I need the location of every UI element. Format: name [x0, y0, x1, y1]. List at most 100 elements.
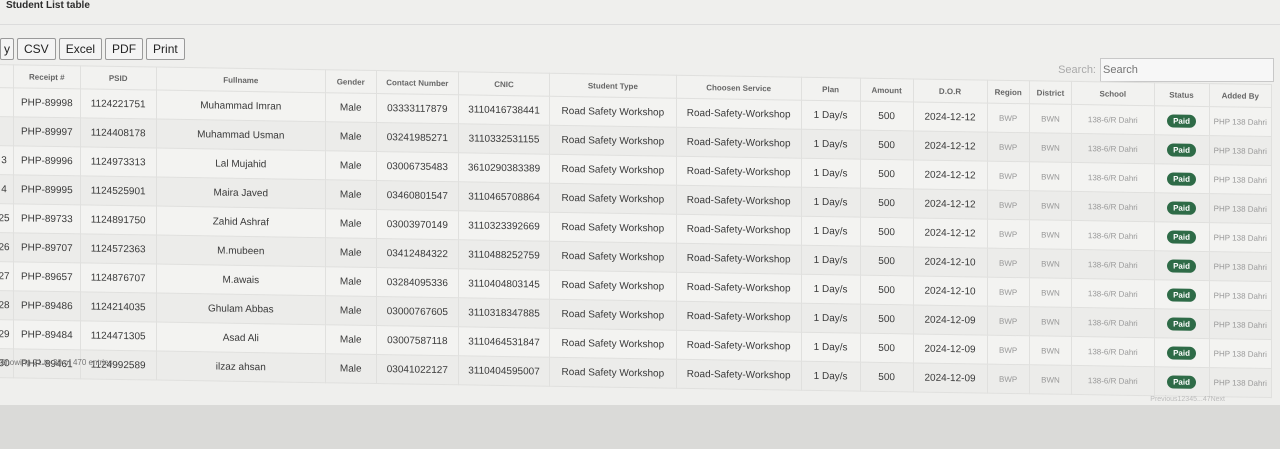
table-cell: 25	[0, 203, 14, 233]
column-header[interactable]	[0, 64, 14, 88]
status-badge: Paid	[1167, 229, 1196, 244]
table-cell: 03000767605	[376, 296, 459, 327]
table-cell: Paid	[1154, 105, 1210, 136]
table-cell: Male	[325, 92, 377, 123]
table-cell: Male	[325, 266, 377, 297]
table-cell: Male	[325, 237, 377, 268]
table-cell: Road Safety Workshop	[549, 241, 677, 273]
table-cell: 138-6/R Dahri	[1071, 365, 1155, 396]
table-cell: 2024-12-12	[913, 188, 988, 220]
excel-button[interactable]: Excel	[58, 38, 103, 60]
table-cell: 03412484322	[376, 238, 459, 269]
pdf-button[interactable]: PDF	[105, 38, 144, 60]
column-header[interactable]: Student Type	[549, 73, 677, 99]
status-badge: Paid	[1167, 345, 1196, 360]
column-header[interactable]: CNIC	[458, 71, 550, 97]
table-cell: Paid	[1154, 308, 1210, 339]
column-header[interactable]: School	[1071, 81, 1155, 106]
table-cell: 1124973313	[80, 146, 157, 178]
copy-button[interactable]: y	[0, 38, 14, 60]
table-cell: 1124408178	[80, 117, 157, 149]
column-header[interactable]: Status	[1154, 82, 1210, 107]
table-cell: Road-Safety-Workshop	[676, 156, 802, 188]
column-header[interactable]: Amount	[860, 78, 914, 102]
column-header[interactable]: Gender	[325, 69, 377, 94]
table-cell: Zahid Ashraf	[156, 206, 326, 238]
column-header[interactable]: D.O.R	[913, 78, 988, 104]
table-cell: 3110465708864	[458, 181, 550, 213]
pagination[interactable]: Previous12345...47Next	[1150, 396, 1225, 403]
table-cell: Male	[325, 324, 377, 355]
print-button[interactable]: Print	[146, 38, 185, 60]
column-header[interactable]: District	[1029, 80, 1072, 105]
table-cell: PHP-89998	[13, 87, 81, 118]
table-cell: 1124891750	[80, 204, 157, 236]
table-cell: Road Safety Workshop	[549, 212, 677, 244]
table-cell: 3110464531847	[458, 326, 550, 358]
table-cell: 1 Day/s	[801, 187, 861, 218]
column-header[interactable]: Added By	[1209, 83, 1272, 108]
table-cell: 138-6/R Dahri	[1071, 162, 1155, 193]
column-header[interactable]: Region	[987, 80, 1030, 104]
table-cell: PHP 138 Dahri	[1209, 193, 1272, 224]
table-cell: PHP-89996	[13, 145, 81, 176]
table-cell: 3110318347885	[458, 297, 550, 329]
table-cell: BWP	[987, 364, 1030, 394]
table-cell	[0, 116, 14, 146]
table-cell: BWP	[987, 161, 1030, 191]
status-badge: Paid	[1167, 374, 1196, 389]
table-cell: 27	[0, 261, 14, 291]
table-cell: PHP-89733	[13, 203, 81, 234]
csv-button[interactable]: CSV	[17, 38, 56, 60]
table-cell: BWP	[987, 335, 1030, 365]
column-header[interactable]: Contact Number	[376, 70, 459, 95]
table-cell: 3	[0, 145, 14, 175]
column-header[interactable]: Plan	[801, 77, 861, 102]
table-cell: Male	[325, 353, 377, 384]
table-cell: 500	[860, 275, 914, 305]
table-cell: 2024-12-12	[913, 130, 988, 162]
table-cell: Road-Safety-Workshop	[676, 127, 802, 159]
table-cell: Paid	[1154, 134, 1210, 165]
search-input[interactable]	[1100, 58, 1274, 82]
table-cell: 1124876707	[80, 262, 157, 294]
table-cell: 500	[860, 188, 914, 218]
column-header[interactable]: Receipt #	[13, 64, 81, 89]
table-cell: 03284095336	[376, 267, 459, 298]
column-header[interactable]: Choosen Service	[676, 75, 802, 101]
student-table: Receipt # PSID Fullname Gender Contact Numbe…	[0, 64, 1272, 398]
table-cell: PHP-89997	[13, 116, 81, 147]
table-cell: PHP-89707	[13, 232, 81, 263]
table-cell: 138-6/R Dahri	[1071, 191, 1155, 222]
table-cell: Ghulam Abbas	[156, 293, 326, 325]
status-badge: Paid	[1167, 316, 1196, 331]
search-box: Search:	[1058, 58, 1274, 82]
page: Student List table y CSV Excel PDF Print…	[0, 0, 1280, 449]
table-cell: 1124525901	[80, 175, 157, 207]
table-cell: 138-6/R Dahri	[1071, 307, 1155, 338]
table-cell: 28	[0, 290, 14, 320]
table-cell: BWN	[1029, 219, 1072, 250]
status-badge: Paid	[1167, 113, 1196, 128]
screen-bottom-edge	[0, 405, 1280, 449]
column-header[interactable]: PSID	[80, 65, 157, 91]
column-header[interactable]: Fullname	[156, 67, 326, 93]
table-cell: Road-Safety-Workshop	[676, 301, 802, 333]
table-cell: Road Safety Workshop	[549, 183, 677, 215]
table-cell: 1 Day/s	[801, 245, 861, 276]
table-cell: Road Safety Workshop	[549, 328, 677, 360]
table-cell: Paid	[1154, 163, 1210, 194]
entries-info: Showing 21 to 30 of 470 entries	[0, 358, 113, 367]
table-cell: 2024-12-12	[913, 217, 988, 249]
table-cell: 1124572363	[80, 233, 157, 265]
table-cell: PHP-89484	[13, 319, 81, 350]
table-cell: 138-6/R Dahri	[1071, 278, 1155, 309]
table-cell: Road-Safety-Workshop	[676, 214, 802, 246]
table-cell: BWN	[1029, 132, 1072, 163]
table-cell: BWP	[987, 103, 1030, 133]
table-cell: PHP-89995	[13, 174, 81, 205]
table-cell: Road Safety Workshop	[549, 299, 677, 331]
table-cell: Road-Safety-Workshop	[676, 272, 802, 304]
table-cell: 03241985271	[376, 122, 459, 153]
table-cell: PHP 138 Dahri	[1209, 222, 1272, 253]
